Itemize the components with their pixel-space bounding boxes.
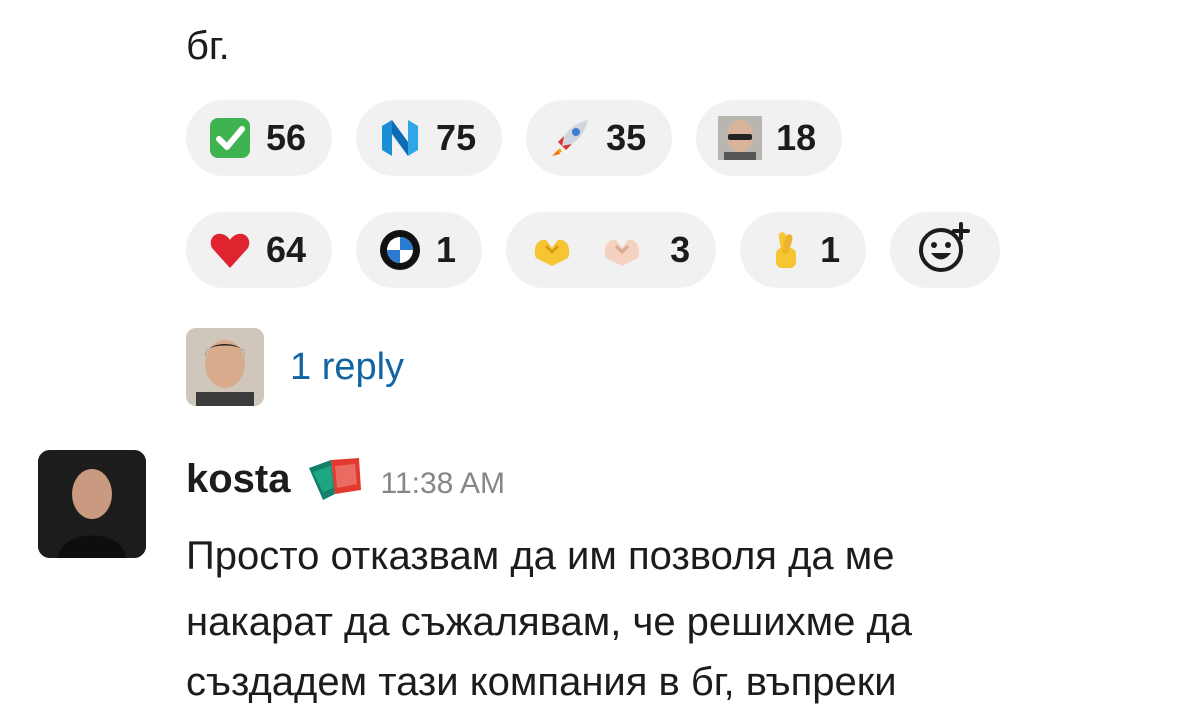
reaction-count: 64 [266, 229, 307, 270]
add-emoji-icon [917, 220, 973, 281]
reaction-count: 1 [820, 229, 841, 270]
rocket-icon [548, 116, 592, 160]
message-text-line: създадем тази компания в бг, въпреки [186, 660, 897, 704]
reaction-check-mark[interactable]: 56 [186, 100, 333, 176]
reaction-bmw-logo[interactable]: 1 [356, 212, 483, 288]
crossed-fingers-icon [762, 228, 806, 272]
reaction-custom-face[interactable]: 18 [696, 100, 843, 176]
message-timestamp[interactable]: 11:38 AM [381, 467, 506, 501]
reaction-crossed-fingers[interactable]: 1 [740, 212, 867, 288]
reply-count-link[interactable]: 1 reply [290, 346, 404, 389]
reaction-count: 3 [670, 229, 691, 270]
heart-hands-icon [528, 228, 656, 272]
bmw-logo-icon [378, 228, 422, 272]
reactions-row-2: 64 1 3 1 [186, 212, 1001, 288]
check-mark-icon [208, 116, 252, 160]
reaction-n-logo[interactable]: 75 [356, 100, 503, 176]
custom-face-icon [718, 116, 763, 160]
reaction-count: 18 [776, 117, 817, 158]
reactions-row-1: 56 75 35 18 [186, 100, 843, 176]
message-text-line: Просто отказвам да им позволя да ме [186, 534, 895, 578]
reaction-rocket[interactable]: 35 [526, 100, 673, 176]
avatar[interactable] [38, 450, 146, 558]
username[interactable]: kosta [186, 457, 291, 502]
message-text-line: накарат да съжалявам, че решихме да [186, 600, 913, 644]
status-emoji-icon [305, 454, 363, 504]
reply-avatar [186, 328, 264, 406]
message-header: kosta 11:38 AM [186, 454, 505, 504]
reaction-count: 1 [436, 229, 457, 270]
reaction-count: 56 [266, 117, 307, 158]
reaction-count: 75 [436, 117, 477, 158]
n-logo-icon [378, 116, 422, 160]
reaction-count: 35 [606, 117, 647, 158]
previous-message-tail: бг. [186, 24, 230, 68]
reaction-heart-hands[interactable]: 3 [506, 212, 717, 288]
reaction-heart[interactable]: 64 [186, 212, 333, 288]
thread-reply-row[interactable]: 1 reply [186, 328, 404, 406]
heart-icon [208, 228, 252, 272]
add-reaction-button[interactable] [890, 212, 1001, 288]
